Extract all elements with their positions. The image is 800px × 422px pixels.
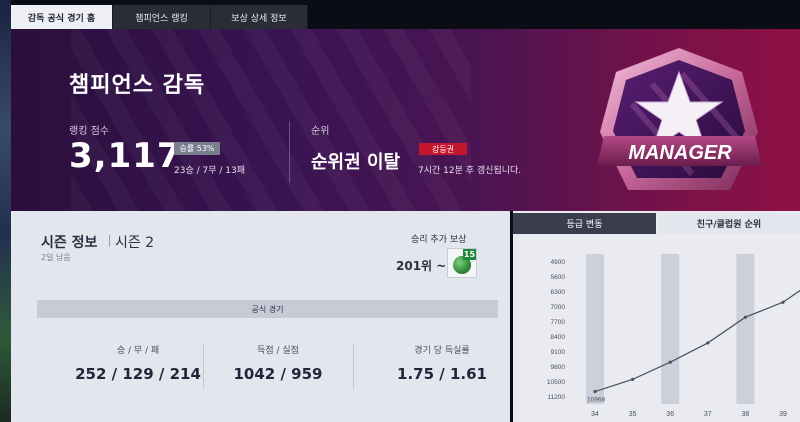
- data-point: [743, 315, 747, 319]
- season-title-divider: [109, 235, 110, 247]
- data-point: [706, 341, 710, 345]
- tab-champions-ranking[interactable]: 챔피언스 랭킹: [113, 5, 211, 29]
- y-tick-label: 8400: [551, 334, 566, 341]
- position-label: 순위: [311, 126, 330, 137]
- stat-goals: 득점 / 실점 1042 / 959: [203, 343, 353, 383]
- chart-band: [661, 254, 680, 404]
- tab-reward-details[interactable]: 보상 상세 정보: [211, 5, 308, 29]
- tab-manager-home[interactable]: 감독 공식 경기 홈: [11, 5, 113, 29]
- stat-label: 득점 / 실점: [257, 346, 299, 356]
- series-line: [594, 289, 800, 393]
- season-info-title: 시즌 정보: [41, 235, 98, 251]
- win-bonus-rank: 201위 ~: [396, 259, 447, 273]
- data-point: [668, 360, 672, 364]
- banner-divider: [289, 121, 290, 183]
- tab-grade-change[interactable]: 등급 변동: [513, 213, 656, 234]
- x-tick-label: 35: [629, 411, 637, 418]
- chart-band: [736, 254, 755, 404]
- first-point-label: 10968: [587, 397, 605, 404]
- manager-banner: 챔피언스 감독 랭킹 점수 3,117 승률 53% 23승 / 7무 / 13…: [11, 29, 800, 211]
- grade-change-chart: 4900 5600 6300 7000 7700 8400 9100 9800 10500 112…: [547, 254, 800, 418]
- relegation-zone-badge: 강등권: [419, 143, 467, 155]
- emblem-label: MANAGER: [628, 142, 732, 164]
- y-tick-label: 4900: [551, 259, 566, 266]
- y-tick-label: 6300: [551, 289, 566, 296]
- y-tick-label: 9800: [551, 364, 566, 371]
- position-value: 순위권 이탈: [311, 152, 401, 173]
- season-info-panel: 시즌 정보 시즌 2 2일 남음 승리 추가 보상 201위 ~ 15 공식 경…: [11, 211, 510, 422]
- y-tick-label: 5600: [551, 274, 566, 281]
- x-tick-label: 38: [742, 411, 750, 418]
- reward-item[interactable]: 15: [447, 248, 477, 278]
- data-point: [593, 389, 597, 394]
- season-days-left: 2일 남음: [41, 253, 71, 262]
- data-point: [781, 300, 785, 304]
- season-name: 시즌 2: [115, 235, 155, 251]
- x-tick-label: 39: [779, 411, 787, 418]
- stat-win-draw-loss: 승 / 무 / 패 252 / 129 / 214: [63, 343, 213, 383]
- win-rate-badge: 승률 53%: [174, 142, 220, 155]
- rank-change-panel: 등급 변동 친구/클럽원 순위 4900 5600 6300 7000 7700 8400…: [513, 211, 800, 422]
- x-tick-label: 34: [591, 411, 599, 418]
- tab-friend-club-ranking[interactable]: 친구/클럽원 순위: [658, 213, 800, 234]
- y-tick-label: 10500: [547, 379, 565, 386]
- stat-label: 경기 당 득실률: [414, 346, 470, 356]
- win-draw-loss-record: 23승 / 7무 / 13패: [174, 166, 245, 176]
- stat-value: 252 / 129 / 214: [75, 365, 201, 383]
- ranking-score-value: 3,117: [69, 136, 182, 176]
- manager-emblem-icon: MANAGER: [597, 48, 762, 190]
- stat-value: 1042 / 959: [233, 365, 323, 383]
- official-match-header: 공식 경기: [37, 300, 498, 318]
- stat-label: 승 / 무 / 패: [116, 346, 160, 356]
- reward-count-badge: 15: [463, 249, 476, 260]
- main-tab-bar: 감독 공식 경기 홈 챔피언스 랭킹 보상 상세 정보: [11, 5, 308, 29]
- y-tick-label: 11200: [547, 394, 565, 401]
- x-tick-label: 37: [704, 411, 712, 418]
- chart-band: [586, 254, 604, 404]
- y-tick-label: 9100: [551, 349, 566, 356]
- page-title: 챔피언스 감독: [69, 73, 206, 98]
- x-tick-label: 36: [666, 411, 674, 418]
- y-tick-label: 7000: [551, 304, 566, 311]
- stat-goal-ratio: 경기 당 득실률 1.75 / 1.61: [367, 343, 517, 383]
- background-stadium-strip: [0, 0, 11, 422]
- y-tick-label: 7700: [551, 319, 566, 326]
- win-bonus-label: 승리 추가 보상: [411, 235, 467, 245]
- stat-value: 1.75 / 1.61: [397, 365, 487, 383]
- data-point: [631, 377, 635, 381]
- ranking-score-label: 랭킹 점수: [69, 126, 109, 137]
- update-countdown-note: 7시간 12분 후 갱신됩니다.: [418, 166, 522, 176]
- stat-divider: [353, 343, 354, 389]
